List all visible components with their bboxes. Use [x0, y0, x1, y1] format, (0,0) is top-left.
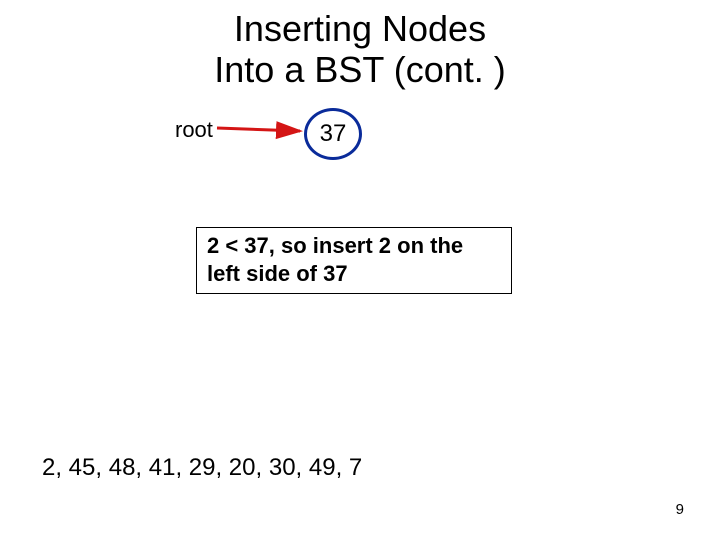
page-number: 9: [676, 501, 684, 518]
title-line-1: Inserting Nodes: [234, 8, 486, 49]
explanation-box: 2 < 37, so insert 2 on the left side of …: [196, 227, 512, 294]
insert-sequence: 2, 45, 48, 41, 29, 20, 30, 49, 7: [42, 454, 362, 482]
node-value: 37: [320, 120, 347, 148]
root-arrow: [215, 120, 310, 150]
explanation-text: 2 < 37, so insert 2 on the left side of …: [207, 233, 463, 286]
slide-title: Inserting Nodes Into a BST (cont. ): [0, 8, 720, 91]
tree-node-37: 37: [304, 108, 362, 160]
title-line-2: Into a BST (cont. ): [214, 49, 505, 90]
root-label: root: [175, 117, 213, 143]
